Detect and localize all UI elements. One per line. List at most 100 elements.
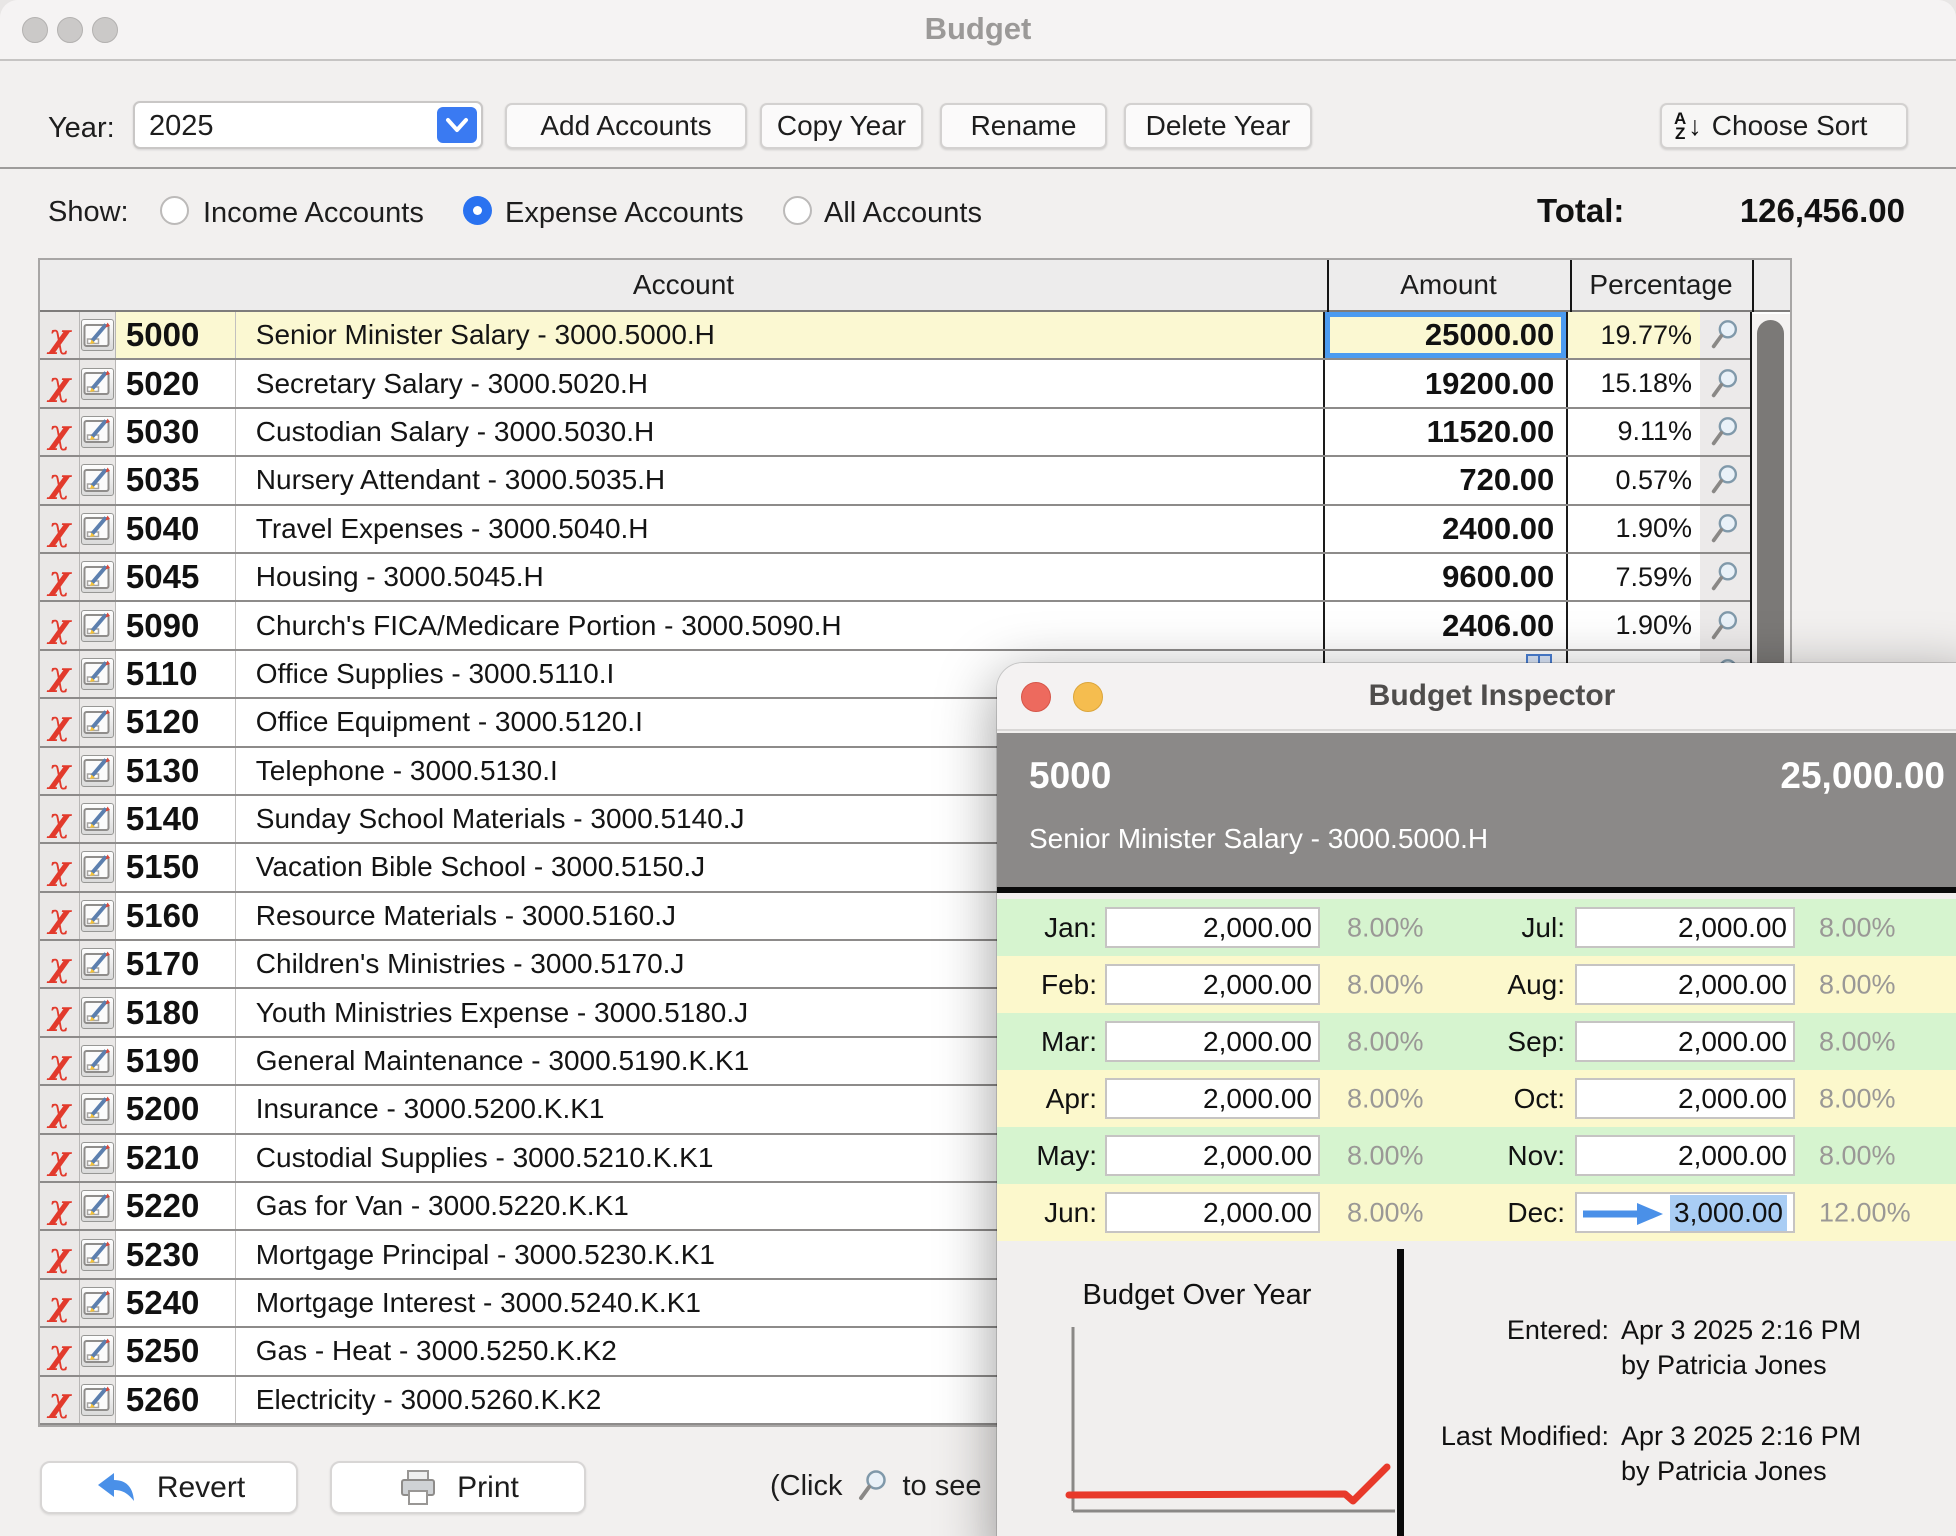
month-amount-input[interactable]: 2,000.00	[1575, 907, 1795, 948]
delete-row-button[interactable]: χ	[40, 1183, 80, 1229]
delete-row-button[interactable]: χ	[40, 796, 80, 842]
edit-row-button[interactable]	[80, 748, 116, 794]
month-amount-input[interactable]: 2,000.00	[1105, 907, 1320, 948]
month-label: Nov:	[1487, 1140, 1565, 1172]
month-amount-input[interactable]: 2,000.00	[1105, 1192, 1320, 1233]
radio-expense-label: Expense Accounts	[505, 197, 744, 230]
month-amount-input[interactable]: 2,000.00	[1575, 1135, 1795, 1176]
edit-row-button[interactable]	[80, 457, 116, 503]
delete-row-button[interactable]: χ	[40, 457, 80, 503]
revert-button[interactable]: Revert	[40, 1461, 298, 1514]
delete-row-button[interactable]: χ	[40, 699, 80, 745]
delete-row-button[interactable]: χ	[40, 1135, 80, 1181]
edit-row-button[interactable]	[80, 1280, 116, 1326]
edit-row-button[interactable]	[80, 554, 116, 600]
delete-year-button[interactable]: Delete Year	[1124, 103, 1312, 149]
hint-prefix: (Click	[770, 1470, 843, 1503]
add-accounts-button[interactable]: Add Accounts	[505, 103, 747, 149]
edit-row-button[interactable]	[80, 796, 116, 842]
print-button[interactable]: Print	[330, 1461, 586, 1514]
delete-row-button[interactable]: χ	[40, 893, 80, 939]
account-number-cell: 5040	[116, 506, 236, 552]
edit-row-button[interactable]	[80, 893, 116, 939]
choose-sort-button[interactable]: AZ↓ Choose Sort	[1660, 103, 1908, 149]
month-amount-input[interactable]: 3,000.00	[1575, 1192, 1795, 1233]
total-label: Total:	[1537, 192, 1624, 230]
edit-row-button[interactable]	[80, 941, 116, 987]
edit-row-button[interactable]	[80, 989, 116, 1035]
delete-row-button[interactable]: χ	[40, 1377, 80, 1423]
account-number-cell: 5130	[116, 748, 236, 794]
radio-expense-accounts[interactable]	[463, 196, 492, 225]
account-name-cell: Secretary Salary - 3000.5020.H	[236, 360, 1326, 406]
delete-row-button[interactable]: χ	[40, 844, 80, 890]
month-percentage: 8.00%	[1347, 912, 1424, 943]
edit-row-button[interactable]	[80, 409, 116, 455]
delete-row-button[interactable]: χ	[40, 312, 80, 358]
delete-row-button[interactable]: χ	[40, 748, 80, 794]
row-magnifier-button[interactable]	[1700, 554, 1750, 600]
month-amount-input[interactable]: 2,000.00	[1105, 1021, 1320, 1062]
delete-x-icon: χ	[49, 367, 71, 400]
copy-year-button[interactable]: Copy Year	[760, 103, 923, 149]
edit-row-button[interactable]	[80, 844, 116, 890]
delete-row-button[interactable]: χ	[40, 1086, 80, 1132]
edit-row-button[interactable]	[80, 1038, 116, 1084]
delete-row-button[interactable]: χ	[40, 360, 80, 406]
year-dropdown[interactable]: 2025	[133, 101, 483, 149]
row-magnifier-button[interactable]	[1700, 360, 1750, 406]
radio-income-accounts[interactable]	[160, 196, 189, 225]
print-label: Print	[457, 1471, 519, 1505]
delete-row-button[interactable]: χ	[40, 409, 80, 455]
delete-row-button[interactable]: χ	[40, 1038, 80, 1084]
delete-row-button[interactable]: χ	[40, 941, 80, 987]
edit-row-button[interactable]	[80, 602, 116, 648]
delete-row-button[interactable]: χ	[40, 1231, 80, 1277]
edit-row-button[interactable]	[80, 360, 116, 406]
magnifier-icon	[855, 1468, 891, 1504]
delete-row-button[interactable]: χ	[40, 989, 80, 1035]
amount-cell[interactable]: 9600.00	[1325, 554, 1568, 600]
row-magnifier-button[interactable]	[1700, 312, 1750, 358]
month-amount-input[interactable]: 2,000.00	[1105, 1135, 1320, 1176]
row-magnifier-button[interactable]	[1700, 602, 1750, 648]
delete-row-button[interactable]: χ	[40, 1280, 80, 1326]
amount-cell[interactable]: 720.00	[1325, 457, 1568, 503]
delete-row-button[interactable]: χ	[40, 1328, 80, 1374]
month-amount-input[interactable]: 2,000.00	[1105, 964, 1320, 1005]
edit-row-button[interactable]	[80, 506, 116, 552]
edit-row-button[interactable]	[80, 1328, 116, 1374]
row-magnifier-button[interactable]	[1700, 506, 1750, 552]
delete-row-button[interactable]: χ	[40, 651, 80, 697]
edit-row-button[interactable]	[80, 1377, 116, 1423]
delete-row-button[interactable]: χ	[40, 506, 80, 552]
month-amount-input[interactable]: 2,000.00	[1575, 1078, 1795, 1119]
table-row: χ 5020 Secretary Salary - 3000.5020.H 19…	[40, 360, 1750, 408]
radio-all-accounts[interactable]	[783, 196, 812, 225]
edit-pencil-icon	[81, 900, 114, 932]
month-amount-input[interactable]: 2,000.00	[1575, 964, 1795, 1005]
edit-row-button[interactable]	[80, 1183, 116, 1229]
row-magnifier-button[interactable]	[1700, 409, 1750, 455]
delete-row-button[interactable]: χ	[40, 554, 80, 600]
edit-row-button[interactable]	[80, 651, 116, 697]
row-magnifier-button[interactable]	[1700, 457, 1750, 503]
month-amount-input[interactable]: 2,000.00	[1575, 1021, 1795, 1062]
amount-cell[interactable]: 19200.00	[1325, 360, 1568, 406]
table-row: χ 5030 Custodian Salary - 3000.5030.H 11…	[40, 409, 1750, 457]
edit-row-button[interactable]	[80, 1231, 116, 1277]
amount-cell[interactable]: 2400.00	[1325, 506, 1568, 552]
amount-cell[interactable]: 25000.00	[1325, 312, 1568, 358]
delete-x-icon: χ	[49, 1383, 71, 1416]
month-row: Feb: 2,000.00 8.00% Aug: 2,000.00 8.00%	[997, 956, 1956, 1013]
edit-row-button[interactable]	[80, 312, 116, 358]
amount-cell[interactable]: 2406.00	[1325, 602, 1568, 648]
rename-button[interactable]: Rename	[940, 103, 1107, 149]
delete-row-button[interactable]: χ	[40, 602, 80, 648]
year-value: 2025	[149, 110, 214, 143]
edit-row-button[interactable]	[80, 1135, 116, 1181]
amount-cell[interactable]: 11520.00	[1325, 409, 1568, 455]
edit-row-button[interactable]	[80, 699, 116, 745]
month-amount-input[interactable]: 2,000.00	[1105, 1078, 1320, 1119]
edit-row-button[interactable]	[80, 1086, 116, 1132]
